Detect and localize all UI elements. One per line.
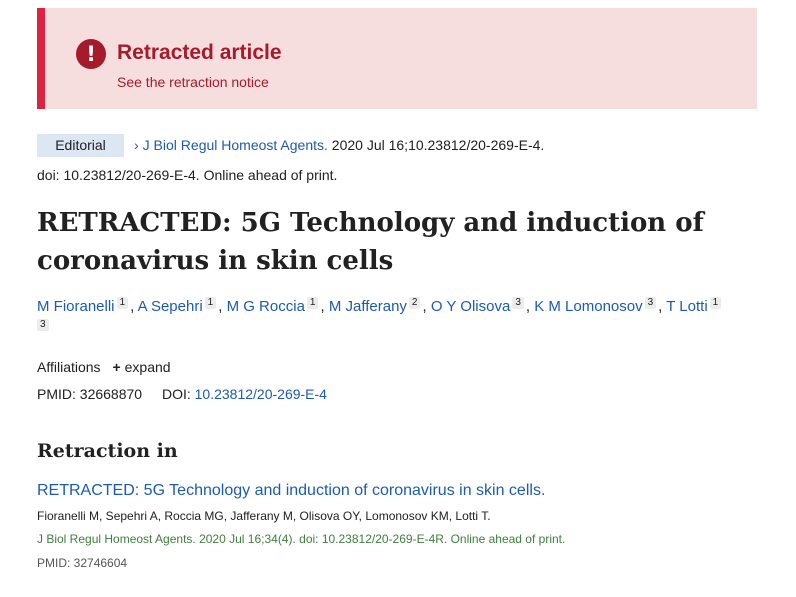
affiliation-ref[interactable]: 1 [709,297,722,309]
retraction-banner: ! Retracted article See the retraction n… [37,8,757,109]
author-link[interactable]: M G Roccia [227,298,305,315]
author-link[interactable]: T Lotti [666,298,707,315]
article-page: ! Retracted article See the retraction n… [0,0,796,597]
retraction-notice-link[interactable]: See the retraction notice [117,74,269,90]
journal-link[interactable]: J Biol Regul Homeost Agents. [143,137,328,153]
doi-link[interactable]: 10.23812/20-269-E-4 [195,386,327,402]
identifiers-row: PMID: 32668870 DOI: 10.23812/20-269-E-4 [37,386,327,402]
affiliations-label: Affiliations [37,359,101,375]
author-link[interactable]: A Sepehri [138,298,203,315]
affiliation-ref[interactable]: 2 [408,297,421,309]
author-link[interactable]: M Jafferany [329,298,407,315]
expand-affiliations-button[interactable]: + expand [112,359,170,375]
doi-label: DOI: [161,386,191,402]
author-link[interactable]: M Fioranelli [37,298,115,315]
citation-details: 2020 Jul 16;10.23812/20-269-E-4. [327,137,545,153]
affiliation-ref[interactable]: 1 [306,297,319,309]
affiliations-row: Affiliations + expand [37,359,171,375]
doi-line: doi: 10.23812/20-269-E-4. Online ahead o… [37,167,338,183]
retraction-citation: J Biol Regul Homeost Agents. 2020 Jul 16… [37,532,566,546]
plus-icon: + [112,359,121,375]
banner-title: Retracted article [117,41,282,64]
affiliation-ref[interactable]: 1 [204,297,217,309]
exclamation-icon: ! [76,39,106,69]
expand-label: expand [124,359,171,375]
affiliation-ref[interactable]: 3 [644,297,657,309]
publication-type-badge: Editorial [37,134,124,157]
pmid: PMID: 32668870 [37,386,143,402]
affiliation-ref[interactable]: 3 [37,319,49,331]
page-title: RETRACTED: 5G Technology and induction o… [37,208,704,276]
affiliation-ref[interactable]: 3 [512,297,524,309]
retraction-heading: Retraction in [37,440,178,462]
author-link[interactable]: K M Lomonosov [534,298,642,315]
retraction-authors: Fioranelli M, Sepehri A, Roccia MG, Jaff… [37,509,491,523]
citation-line: › J Biol Regul Homeost Agents. 2020 Jul 1… [134,137,544,153]
affiliation-ref[interactable]: 1 [116,297,129,309]
chevron-right-icon: › [134,137,139,153]
author-list: M Fioranelli 1, A Sepehri 1, M G Roccia 1, … [37,296,757,340]
author-link[interactable]: O Y Olisova [431,298,510,315]
retraction-notice-title-link[interactable]: RETRACTED: 5G Technology and induction o… [37,482,545,500]
retraction-pmid: PMID: 32746604 [37,556,128,570]
